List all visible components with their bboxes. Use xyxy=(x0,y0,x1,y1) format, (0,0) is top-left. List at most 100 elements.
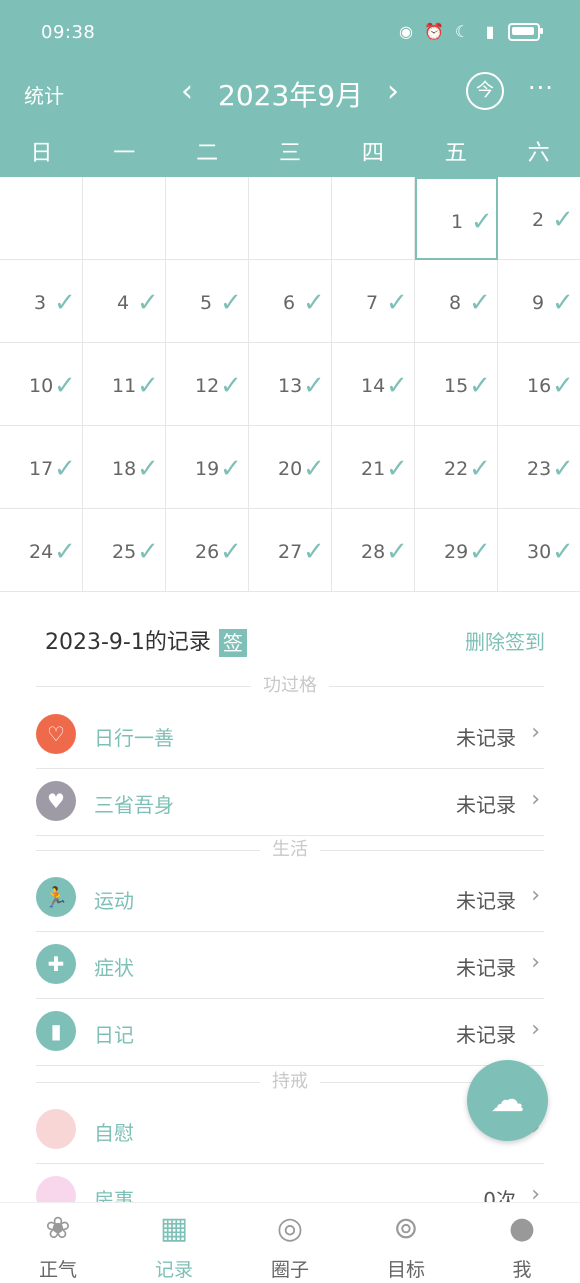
calendar-day-cell[interactable]: 15 ✓ xyxy=(415,343,498,426)
calendar-day-cell[interactable]: 20 ✓ xyxy=(249,426,332,509)
calendar-day-cell[interactable]: 1 ✓ xyxy=(415,177,498,260)
calendar-day-cell[interactable]: 19 ✓ xyxy=(166,426,249,509)
calendar-day-cell[interactable]: 25 ✓ xyxy=(83,509,166,592)
calendar-day-number: 26 xyxy=(195,541,220,563)
row-diary[interactable]: ▮ 日记 未记录 › xyxy=(36,999,544,1066)
section-precept-label: 持戒 xyxy=(260,1072,320,1092)
calendar-day-number: 27 xyxy=(278,541,303,563)
row-good-deed[interactable]: ♡ 日行一善 未记录 › xyxy=(36,702,544,769)
month-title: 2023年9月 xyxy=(218,79,364,112)
calendar-day-cell[interactable]: 11 ✓ xyxy=(83,343,166,426)
tab-circle[interactable]: ◎ 圈子 xyxy=(232,1203,348,1283)
calendar-day-cell[interactable]: 29 ✓ xyxy=(415,509,498,592)
calendar-empty-cell xyxy=(0,177,83,260)
calendar-day-number: 11 xyxy=(112,375,137,397)
calendar-day-cell[interactable]: 14 ✓ xyxy=(332,343,415,426)
calendar-day-cell[interactable]: 21 ✓ xyxy=(332,426,415,509)
checkmark-icon: ✓ xyxy=(552,288,574,318)
weekday-label: 一 xyxy=(113,141,136,166)
row-label: 症状 xyxy=(94,956,134,980)
checkmark-icon: ✓ xyxy=(54,288,76,318)
tab-label: 正气 xyxy=(38,1259,77,1281)
calendar-day-number: 14 xyxy=(361,375,386,397)
calendar-empty-cell xyxy=(332,177,415,260)
calendar-day-cell[interactable]: 9 ✓ xyxy=(498,260,580,343)
calendar-day-number: 10 xyxy=(29,375,54,397)
calendar-day-cell[interactable]: 5 ✓ xyxy=(166,260,249,343)
checkmark-icon: ✓ xyxy=(552,371,574,401)
calendar-day-cell[interactable]: 27 ✓ xyxy=(249,509,332,592)
row-symptom[interactable]: ✚ 症状 未记录 › xyxy=(36,932,544,999)
checkmark-icon: ✓ xyxy=(137,371,159,401)
calendar-day-number: 24 xyxy=(29,541,54,563)
cloud-sync-button[interactable]: ☁ xyxy=(467,1060,548,1141)
status-bar: 09:38 ◉ ⏰ ☾ ▮ xyxy=(0,0,580,68)
row-label: 运动 xyxy=(94,889,134,913)
calendar-day-cell[interactable]: 24 ✓ xyxy=(0,509,83,592)
row-exercise[interactable]: 🏃 运动 未记录 › xyxy=(36,865,544,932)
weekday-label: 二 xyxy=(196,141,219,166)
calendar-day-cell[interactable]: 13 ✓ xyxy=(249,343,332,426)
calendar-day-cell[interactable]: 10 ✓ xyxy=(0,343,83,426)
calendar-day-cell[interactable]: 3 ✓ xyxy=(0,260,83,343)
stats-button[interactable]: 统计 xyxy=(24,80,64,109)
calendar-day-number: 20 xyxy=(278,458,303,480)
checkmark-icon: ✓ xyxy=(54,454,76,484)
calendar-day-cell[interactable]: 22 ✓ xyxy=(415,426,498,509)
tab-record[interactable]: ▦ 记录 xyxy=(116,1203,232,1283)
tab-zhengqi[interactable]: ❀ 正气 xyxy=(0,1203,116,1283)
chevron-right-icon: › xyxy=(531,950,540,975)
checkmark-icon: ✓ xyxy=(220,454,242,484)
more-icon[interactable]: ··· xyxy=(528,74,554,102)
calendar-day-number: 19 xyxy=(195,458,220,480)
calendar-day-cell[interactable]: 28 ✓ xyxy=(332,509,415,592)
calendar-day-cell[interactable]: 2 ✓ xyxy=(498,177,580,260)
tab-target[interactable]: ⊚ 目标 xyxy=(348,1203,464,1283)
weekday-label: 五 xyxy=(444,141,467,166)
weekday-header: 日 一 二 三 四 五 六 xyxy=(0,134,580,174)
checkmark-icon: ✓ xyxy=(386,454,408,484)
row-value: 未记录 xyxy=(456,726,516,750)
calendar-day-cell[interactable]: 4 ✓ xyxy=(83,260,166,343)
checkmark-icon: ✓ xyxy=(137,454,159,484)
calendar-day-cell[interactable]: 12 ✓ xyxy=(166,343,249,426)
section-life-label: 生活 xyxy=(260,840,320,860)
calendar-grid: 1 ✓ 2 ✓ 3 ✓ 4 ✓ 5 ✓ 6 ✓ 7 ✓ 8 ✓ 9 ✓ 10 ✓ 11 ✓ 12 ✓ 13 ✓ 14 ✓ 15 ✓ 16 ✓ 1… xyxy=(0,177,580,593)
row-value: 未记录 xyxy=(456,889,516,913)
cup-icon xyxy=(36,1109,76,1149)
calendar-day-cell[interactable]: 7 ✓ xyxy=(332,260,415,343)
checkmark-icon: ✓ xyxy=(386,371,408,401)
calendar-day-cell[interactable]: 17 ✓ xyxy=(0,426,83,509)
row-label: 日记 xyxy=(94,1023,134,1047)
calendar-day-cell[interactable]: 6 ✓ xyxy=(249,260,332,343)
tab-label: 目标 xyxy=(386,1259,425,1281)
today-button[interactable]: 今 xyxy=(466,72,504,110)
tab-label: 记录 xyxy=(154,1259,193,1281)
calendar-day-number: 22 xyxy=(444,458,469,480)
checkmark-icon: ✓ xyxy=(220,371,242,401)
row-label: 自慰 xyxy=(94,1121,134,1145)
calendar-day-number: 6 xyxy=(283,292,296,314)
row-reflect[interactable]: ♥ 三省吾身 未记录 › xyxy=(36,769,544,836)
calendar-day-number: 21 xyxy=(361,458,386,480)
calendar-day-cell[interactable]: 30 ✓ xyxy=(498,509,580,592)
calendar-icon: ▦ xyxy=(159,1211,189,1246)
weekday-label: 三 xyxy=(279,141,302,166)
tab-me[interactable]: ● 我 xyxy=(464,1203,580,1283)
calendar-day-cell[interactable]: 26 ✓ xyxy=(166,509,249,592)
delete-signin-button[interactable]: 删除签到 xyxy=(465,626,545,655)
prev-month-icon[interactable]: ‹ xyxy=(172,74,202,109)
calendar-day-cell[interactable]: 23 ✓ xyxy=(498,426,580,509)
weekday-label: 日 xyxy=(30,141,53,166)
top-bar: 09:38 ◉ ⏰ ☾ ▮ 统计 ‹ 2023年9月 › 今 ··· 日 一 二… xyxy=(0,0,580,177)
chevron-right-icon: › xyxy=(531,787,540,812)
calendar-day-cell[interactable]: 8 ✓ xyxy=(415,260,498,343)
tab-label: 我 xyxy=(512,1259,532,1281)
calendar-day-cell[interactable]: 16 ✓ xyxy=(498,343,580,426)
diary-book-icon: ▮ xyxy=(36,1011,76,1051)
chevron-right-icon: › xyxy=(531,883,540,908)
next-month-icon[interactable]: › xyxy=(378,74,408,109)
section-life: 生活 xyxy=(36,840,544,860)
checkmark-icon: ✓ xyxy=(137,288,159,318)
calendar-day-cell[interactable]: 18 ✓ xyxy=(83,426,166,509)
